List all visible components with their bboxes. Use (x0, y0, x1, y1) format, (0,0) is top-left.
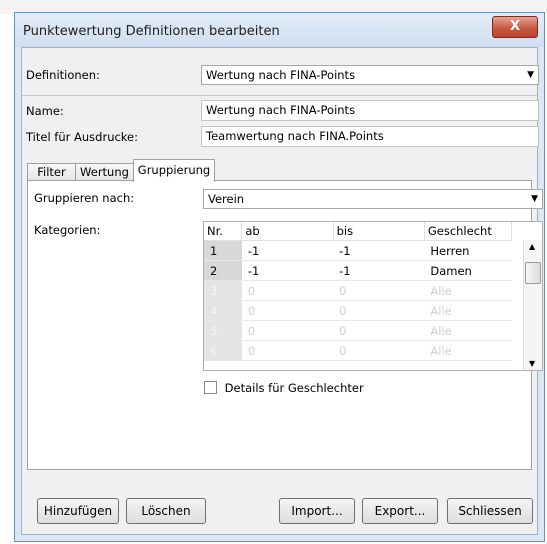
name-value: Wertung nach FINA-Points (206, 103, 356, 117)
column-header-bis[interactable]: bis (333, 222, 425, 241)
cell-ab: 0 (241, 280, 334, 301)
table-row[interactable]: 2 -1 -1 Damen (204, 260, 512, 281)
tab-wertung-label: Wertung (80, 165, 129, 179)
categories-table: Nr. ab bis Geschlecht 1 -1 -1 Herren 2 -… (204, 222, 513, 361)
table-row: 6 0 0 Alle (204, 340, 512, 361)
definitions-label: Definitionen: (26, 68, 100, 82)
column-header-ab[interactable]: ab (241, 222, 334, 241)
definitions-dropdown[interactable]: Wertung nach FINA-Points ▼ (201, 65, 539, 85)
cell-bis: 0 (333, 300, 425, 321)
cell-bis[interactable]: -1 (333, 260, 425, 281)
cell-ab: 0 (241, 320, 334, 341)
table-row: 3 0 0 Alle (204, 280, 512, 301)
tab-wertung[interactable]: Wertung (75, 163, 134, 181)
column-header-nr[interactable]: Nr. (204, 222, 243, 241)
delete-button[interactable]: Löschen (126, 498, 206, 524)
cell-bis[interactable]: -1 (333, 240, 425, 261)
group-by-value: Verein (208, 192, 245, 206)
column-header-geschlecht[interactable]: Geschlecht (424, 222, 513, 241)
cell-geschlecht: Alle (424, 320, 512, 341)
scroll-down-icon[interactable]: ▼ (529, 359, 535, 368)
print-title-value: Teamwertung nach FINA.Points (206, 129, 384, 143)
cell-ab: 0 (241, 340, 334, 361)
table-row[interactable]: 1 -1 -1 Herren (204, 240, 512, 261)
cell-bis: 0 (333, 280, 425, 301)
scroll-up-icon[interactable]: ▲ (529, 242, 535, 251)
cell-nr[interactable]: 2 (204, 260, 242, 281)
dialog-window: Punktewertung Definitionen bearbeiten X … (14, 12, 545, 542)
tab-filter[interactable]: Filter (27, 163, 76, 181)
cell-geschlecht: Alle (424, 340, 512, 361)
categories-label: Kategorien: (34, 223, 101, 237)
cell-ab[interactable]: -1 (241, 260, 334, 281)
close-button[interactable]: Schliessen (447, 498, 533, 524)
name-label: Name: (26, 104, 64, 118)
tab-gruppierung[interactable]: Gruppierung (133, 159, 215, 182)
title-bar[interactable]: Punktewertung Definitionen bearbeiten X (15, 13, 544, 47)
cell-geschlecht[interactable]: Damen (424, 260, 512, 281)
add-button[interactable]: Hinzufügen (37, 498, 119, 524)
import-button[interactable]: Import... (279, 498, 355, 524)
tab-gruppierung-label: Gruppierung (137, 163, 211, 177)
print-title-field[interactable]: Teamwertung nach FINA.Points (201, 126, 539, 147)
details-checkbox-row[interactable]: Details für Geschlechter (204, 381, 364, 395)
print-title-label: Titel für Ausdrucke: (26, 130, 139, 144)
cell-bis: 0 (333, 320, 425, 341)
definitions-value: Wertung nach FINA-Points (206, 68, 356, 82)
table-row: 5 0 0 Alle (204, 320, 512, 341)
cell-nr: 4 (204, 300, 242, 321)
gruppierung-panel: Gruppieren nach: Verein ▼ Kategorien: Nr… (27, 180, 543, 470)
scroll-thumb[interactable] (525, 262, 541, 284)
categories-grid[interactable]: Nr. ab bis Geschlecht 1 -1 -1 Herren 2 -… (203, 221, 543, 371)
details-checkbox-label: Details für Geschlechter (224, 381, 364, 395)
cell-nr: 5 (204, 320, 242, 341)
cell-nr[interactable]: 1 (204, 240, 242, 261)
cell-bis: 0 (333, 340, 425, 361)
export-button[interactable]: Export... (362, 498, 438, 524)
name-field[interactable]: Wertung nach FINA-Points (201, 100, 539, 121)
grid-scrollbar[interactable]: ▲ ▼ (523, 240, 542, 370)
cell-geschlecht: Alle (424, 300, 512, 321)
cell-ab: 0 (241, 300, 334, 321)
close-window-button[interactable]: X (492, 16, 538, 38)
cell-geschlecht[interactable]: Herren (424, 240, 512, 261)
table-header-row: Nr. ab bis Geschlecht (204, 222, 513, 241)
cell-nr: 6 (204, 340, 242, 361)
cell-nr: 3 (204, 280, 242, 301)
divider (22, 95, 537, 96)
tab-filter-label: Filter (37, 165, 66, 179)
window-title: Punktewertung Definitionen bearbeiten (23, 24, 280, 39)
chevron-down-icon: ▼ (531, 194, 538, 204)
chevron-down-icon: ▼ (527, 70, 534, 80)
group-by-dropdown[interactable]: Verein ▼ (203, 189, 543, 209)
group-by-label: Gruppieren nach: (34, 191, 135, 205)
table-row: 4 0 0 Alle (204, 300, 512, 321)
close-icon: X (509, 19, 521, 34)
cell-geschlecht: Alle (424, 280, 512, 301)
details-checkbox[interactable] (204, 381, 217, 394)
cell-ab[interactable]: -1 (241, 240, 334, 261)
